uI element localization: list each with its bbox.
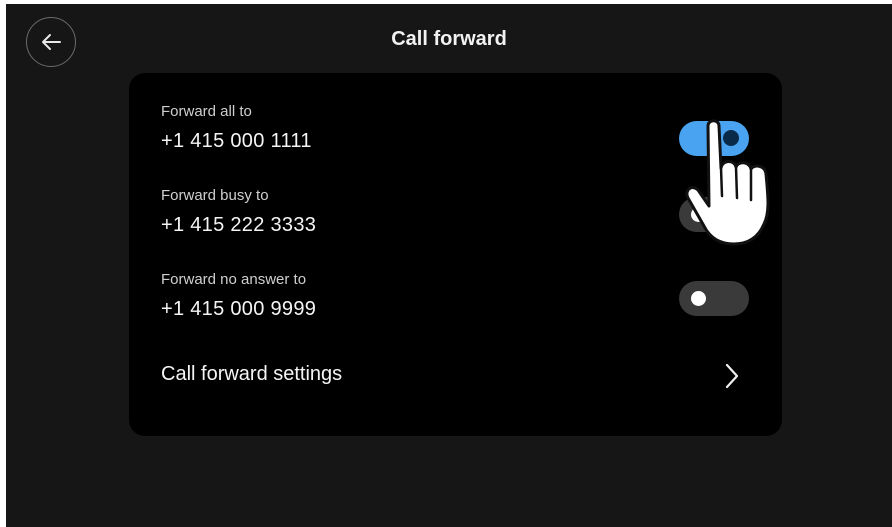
call-forward-screen: Call forward Forward all to +1 415 000 1… <box>6 4 892 527</box>
forward-no-answer-toggle[interactable] <box>679 281 749 316</box>
chevron-right-icon <box>725 363 739 389</box>
call-forward-settings-row[interactable]: Call forward settings <box>129 355 782 405</box>
forward-no-answer-row: Forward no answer to +1 415 000 9999 <box>129 271 782 341</box>
pointing-hand-icon <box>685 119 770 246</box>
forward-all-label: Forward all to <box>161 103 252 120</box>
forward-no-answer-label: Forward no answer to <box>161 271 307 288</box>
forward-busy-number: +1 415 222 3333 <box>161 214 317 236</box>
forward-no-answer-number: +1 415 000 9999 <box>161 298 317 320</box>
forward-all-number: +1 415 000 1111 <box>161 130 312 152</box>
call-forward-settings-label: Call forward settings <box>161 363 343 385</box>
page-title: Call forward <box>391 28 507 50</box>
toggle-knob <box>691 291 706 306</box>
forward-busy-label: Forward busy to <box>161 187 269 204</box>
